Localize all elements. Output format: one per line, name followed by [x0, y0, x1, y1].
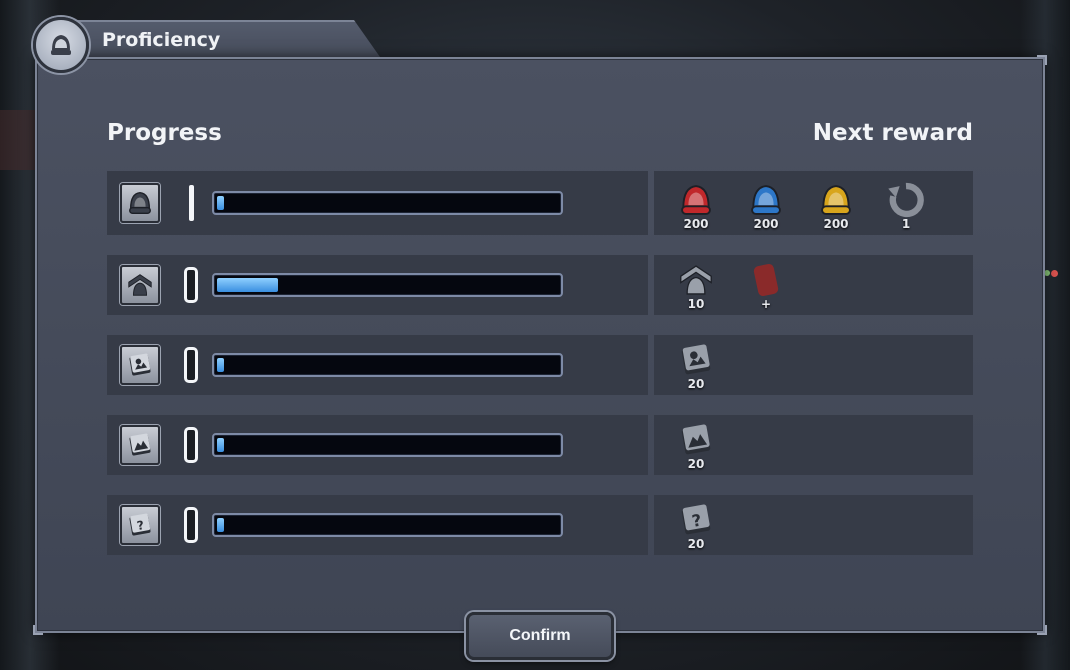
progress-bar-fill — [217, 438, 224, 452]
proficiency-row: ? ? 20 — [107, 495, 973, 555]
reset-arrow-icon — [884, 181, 928, 219]
book-question-icon[interactable]: ? — [120, 505, 160, 545]
progress-cell — [107, 415, 648, 475]
level-badge — [184, 427, 198, 463]
panel-corner — [1037, 55, 1047, 65]
progress-bar — [212, 433, 563, 457]
reward-cell: 10 + — [654, 255, 973, 315]
reward-quantity: 20 — [687, 377, 705, 391]
book-sun-icon[interactable] — [120, 345, 160, 385]
reward-item[interactable]: 20 — [674, 421, 718, 471]
progress-cell — [107, 171, 648, 235]
book-mountain-icon — [674, 421, 718, 459]
reward-quantity: 200 — [823, 217, 849, 231]
reward-quantity: 200 — [753, 217, 779, 231]
level-badge — [189, 185, 194, 221]
red-helmet-icon — [674, 181, 718, 219]
progress-heading: Progress — [107, 120, 222, 146]
proficiency-row: 20 — [107, 335, 973, 395]
rank-chevron-icon — [674, 261, 718, 299]
book-mountain-icon[interactable] — [120, 425, 160, 465]
reward-cell: 200 200 200 1 — [654, 171, 973, 235]
progress-bar — [212, 191, 563, 215]
red-card-icon — [744, 261, 788, 299]
progress-bar-fill — [217, 518, 224, 532]
progress-bar-fill — [217, 358, 224, 372]
reward-quantity: 20 — [687, 537, 705, 551]
blue-helmet-icon — [744, 181, 788, 219]
rank-chevron-icon[interactable] — [120, 265, 160, 305]
reward-item[interactable]: ? 20 — [674, 501, 718, 551]
progress-bar — [212, 273, 563, 297]
progress-cell: ? — [107, 495, 648, 555]
proficiency-row: 10 + — [107, 255, 973, 315]
reward-item[interactable]: 200 — [744, 181, 788, 231]
reward-item[interactable]: 20 — [674, 341, 718, 391]
reward-cell: 20 — [654, 335, 973, 395]
panel-corner — [33, 625, 43, 635]
reward-item[interactable]: 1 — [884, 181, 928, 231]
window-title: Proficiency — [102, 29, 221, 51]
reward-cell: 20 — [654, 415, 973, 475]
progress-cell — [107, 255, 648, 315]
proficiency-row: 20 — [107, 415, 973, 475]
reward-quantity: 10 — [687, 297, 705, 311]
reward-item[interactable]: 200 — [814, 181, 858, 231]
reward-cell: ? 20 — [654, 495, 973, 555]
yellow-helmet-icon — [814, 181, 858, 219]
next-reward-heading: Next reward — [812, 120, 973, 146]
progress-bar — [212, 513, 563, 537]
reward-quantity: 1 — [901, 217, 911, 231]
reward-quantity: 200 — [683, 217, 709, 231]
progress-bar — [212, 353, 563, 377]
level-badge — [184, 507, 198, 543]
proficiency-row: 200 200 200 1 — [107, 171, 973, 235]
background-red-lamp — [1051, 270, 1058, 277]
progress-cell — [107, 335, 648, 395]
reward-item[interactable]: + — [744, 261, 788, 311]
helmet-icon[interactable] — [120, 183, 160, 223]
reward-item[interactable]: 200 — [674, 181, 718, 231]
background-shelf — [0, 110, 40, 170]
book-sun-icon — [674, 341, 718, 379]
progress-bar-fill — [217, 196, 224, 210]
book-question-icon: ? — [674, 501, 718, 539]
level-badge — [184, 347, 198, 383]
reward-quantity: 20 — [687, 457, 705, 471]
helmet-icon — [33, 17, 89, 73]
confirm-button[interactable]: Confirm — [466, 612, 614, 660]
progress-bar-fill — [217, 278, 278, 292]
reward-quantity: + — [760, 297, 772, 311]
level-badge — [184, 267, 198, 303]
panel-corner — [1037, 625, 1047, 635]
reward-item[interactable]: 10 — [674, 261, 718, 311]
